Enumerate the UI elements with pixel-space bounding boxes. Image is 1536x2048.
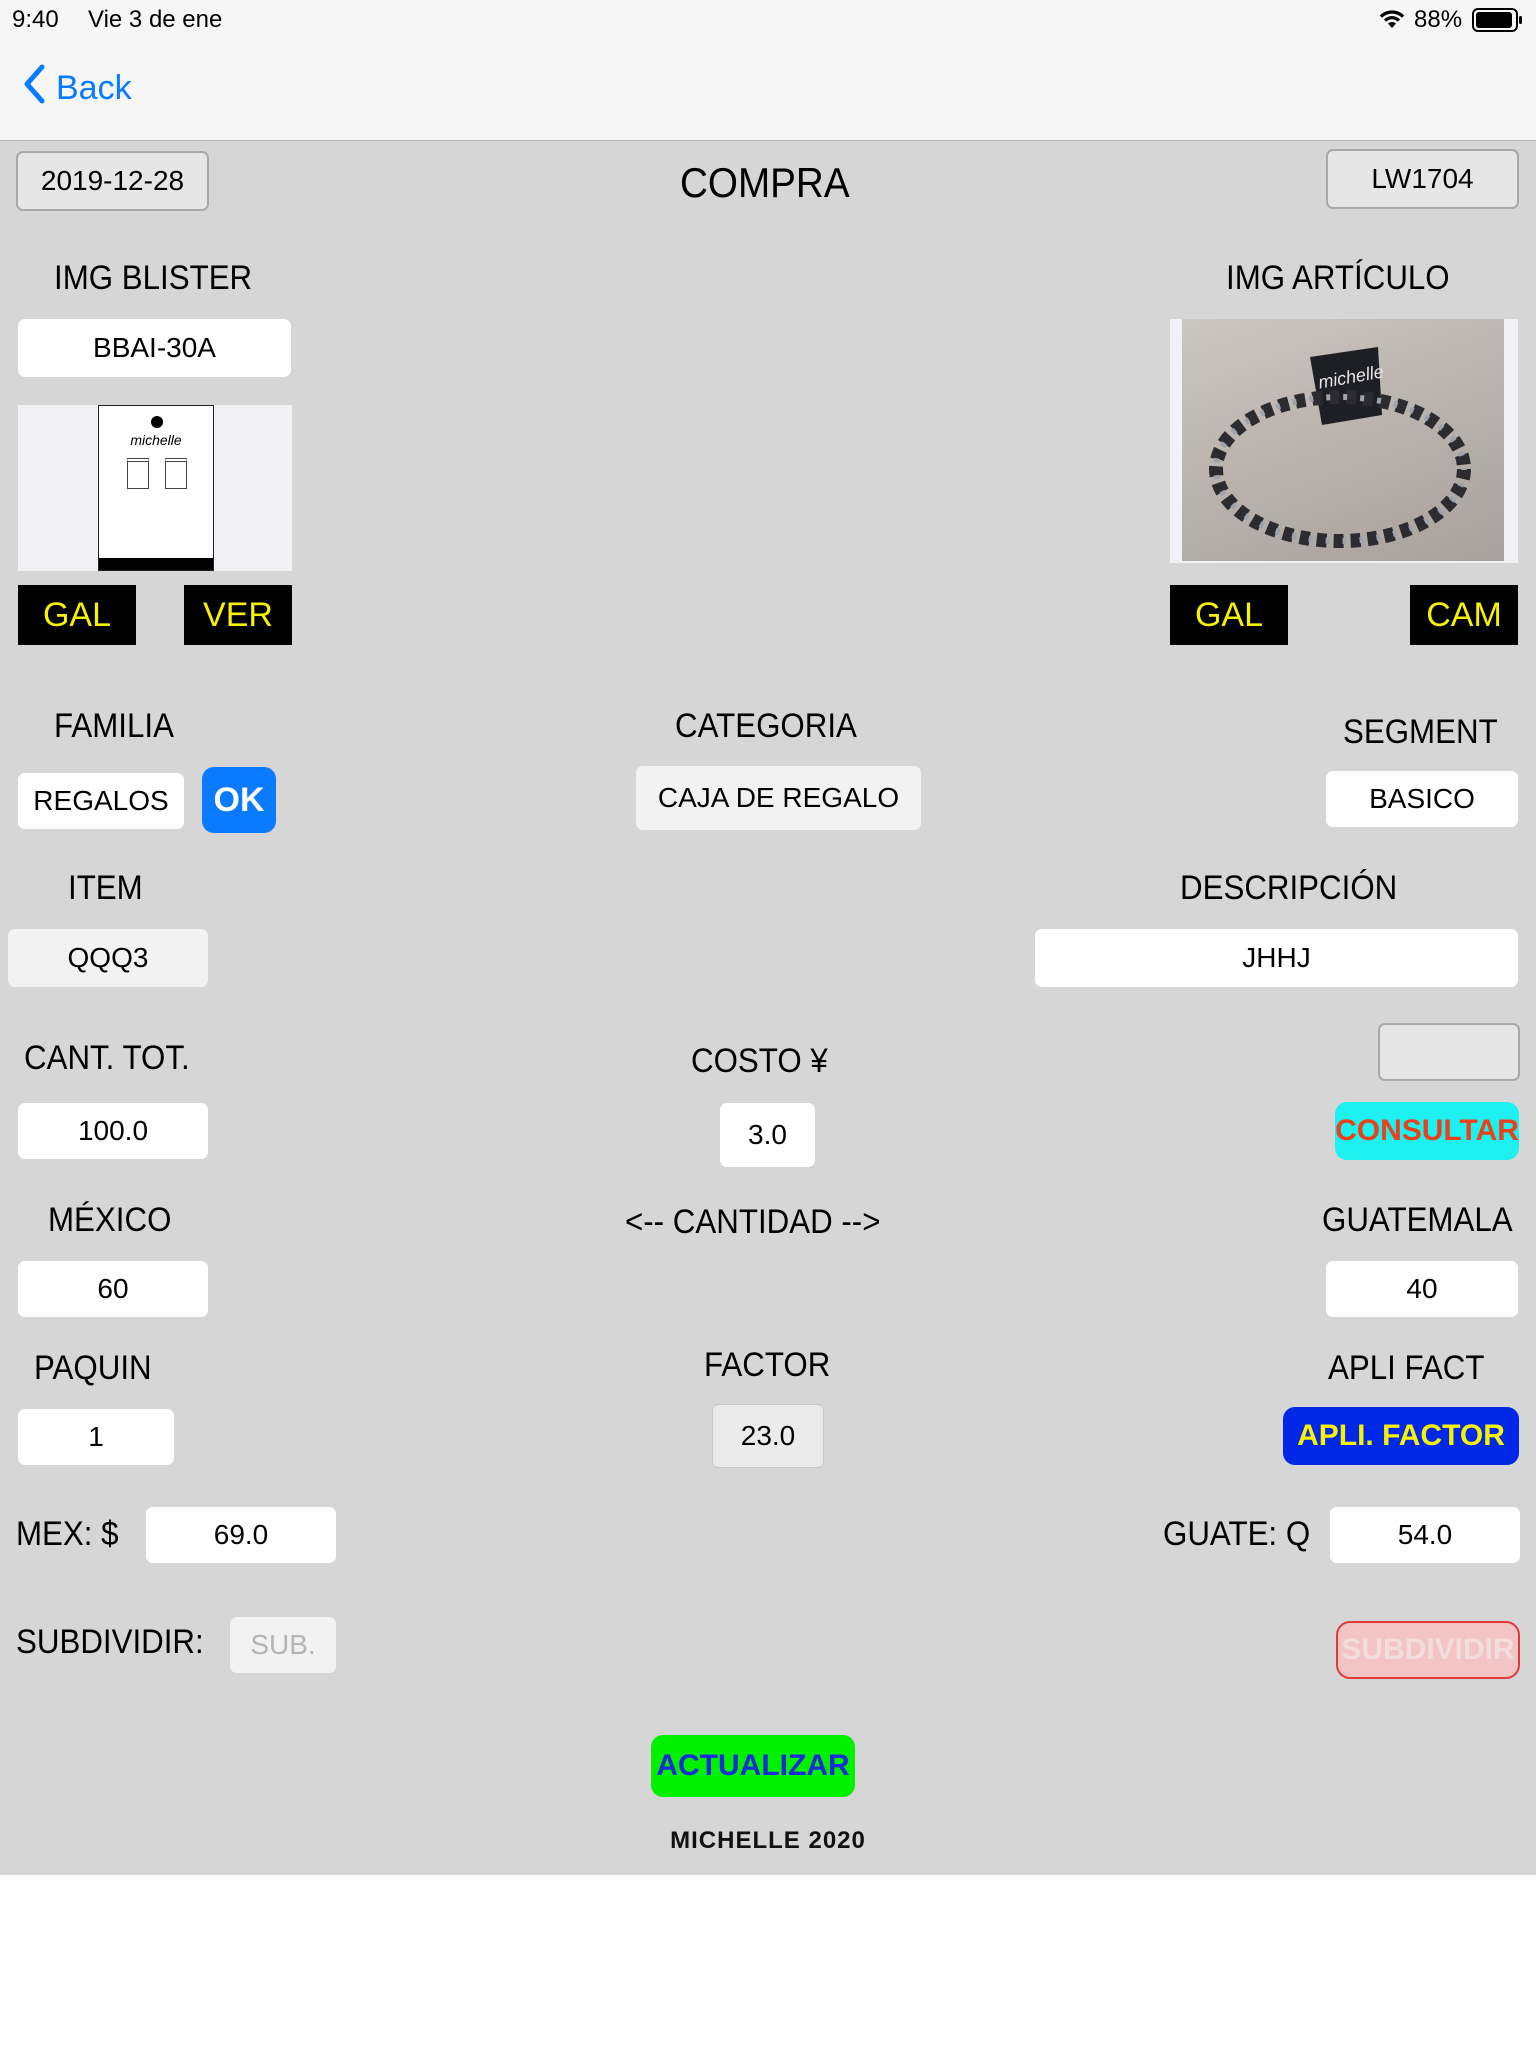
navigation-bar xyxy=(0,40,1536,141)
blister-gal-button[interactable]: GAL xyxy=(18,585,136,645)
blister-image[interactable]: michelle xyxy=(18,405,292,571)
hanger-hole xyxy=(151,416,163,428)
cantidad-label: <-- CANTIDAD --> xyxy=(625,1203,881,1241)
consultar-button[interactable]: CONSULTAR xyxy=(1335,1102,1519,1160)
chevron-left-icon xyxy=(22,64,46,113)
familia-ok-button[interactable]: OK xyxy=(202,767,276,833)
paquin-field[interactable]: 1 xyxy=(18,1409,174,1465)
blister-logo-text: michelle xyxy=(130,432,182,448)
mex-price-field[interactable]: 69.0 xyxy=(146,1507,336,1563)
subdividir-label: SUBDIVIDIR: xyxy=(16,1623,204,1661)
status-bar: 9:40 Vie 3 de ene 88% xyxy=(0,0,1536,40)
factor-label: FACTOR xyxy=(704,1346,831,1384)
mexico-label: MÉXICO xyxy=(48,1201,172,1239)
guate-price-label: GUATE: Q xyxy=(1163,1515,1311,1553)
battery-icon xyxy=(1472,8,1524,37)
familia-label: FAMILIA xyxy=(54,707,174,745)
back-button[interactable]: Back xyxy=(22,64,132,113)
paquin-label: PAQUIN xyxy=(34,1349,152,1387)
guate-price-field[interactable]: 54.0 xyxy=(1330,1507,1520,1563)
costo-field[interactable]: 3.0 xyxy=(720,1103,815,1167)
categoria-label: CATEGORIA xyxy=(675,707,857,745)
date-field[interactable]: 2019-12-28 xyxy=(16,151,209,211)
earring-slot xyxy=(165,458,187,489)
apli-factor-button[interactable]: APLI. FACTOR xyxy=(1283,1407,1519,1465)
articulo-cam-button[interactable]: CAM xyxy=(1410,585,1518,645)
articulo-image[interactable]: michelle xyxy=(1170,319,1518,563)
code-field[interactable]: LW1704 xyxy=(1326,149,1519,209)
compra-form: 2019-12-28 COMPRA LW1704 IMG BLISTER BBA… xyxy=(0,141,1536,1875)
descripcion-label: DESCRIPCIÓN xyxy=(1180,869,1398,907)
footer-text: MICHELLE 2020 xyxy=(670,1827,866,1854)
apli-fact-label: APLI FACT xyxy=(1328,1349,1485,1387)
articulo-gal-button[interactable]: GAL xyxy=(1170,585,1288,645)
consultar-input[interactable] xyxy=(1378,1023,1520,1081)
mex-price-label: MEX: $ xyxy=(16,1515,119,1553)
product-photo: michelle xyxy=(1182,319,1504,561)
segment-field[interactable]: BASICO xyxy=(1326,771,1518,827)
categoria-field[interactable]: CAJA DE REGALO xyxy=(636,766,921,830)
img-blister-label: IMG BLISTER xyxy=(54,259,253,297)
status-time: 9:40 xyxy=(12,6,59,33)
subdividir-button[interactable]: SUBDIVIDIR xyxy=(1336,1621,1520,1679)
blister-footer-strip xyxy=(99,558,213,570)
guatemala-field[interactable]: 40 xyxy=(1326,1261,1518,1317)
blister-ver-button[interactable]: VER xyxy=(184,585,292,645)
page-title: COMPRA xyxy=(680,159,850,206)
blister-card: michelle xyxy=(98,405,214,571)
wifi-icon xyxy=(1378,8,1406,35)
sub-input[interactable]: SUB. xyxy=(230,1617,336,1673)
segment-label: SEGMENT xyxy=(1343,713,1498,751)
earring-slot xyxy=(127,458,149,489)
item-label: ITEM xyxy=(68,869,143,907)
status-date: Vie 3 de ene xyxy=(88,6,223,33)
factor-field[interactable]: 23.0 xyxy=(712,1404,824,1468)
familia-field[interactable]: REGALOS xyxy=(18,773,184,829)
back-label: Back xyxy=(56,69,132,107)
item-field[interactable]: QQQ3 xyxy=(8,929,208,987)
descripcion-field[interactable]: JHHJ xyxy=(1035,929,1518,987)
cant-tot-label: CANT. TOT. xyxy=(24,1039,190,1077)
cant-tot-field[interactable]: 100.0 xyxy=(18,1103,208,1159)
mexico-field[interactable]: 60 xyxy=(18,1261,208,1317)
blister-code-field[interactable]: BBAI-30A xyxy=(18,319,291,377)
img-articulo-label: IMG ARTÍCULO xyxy=(1226,259,1450,297)
guatemala-label: GUATEMALA xyxy=(1322,1201,1513,1239)
battery-percent: 88% xyxy=(1414,6,1463,33)
costo-label: COSTO ¥ xyxy=(691,1042,828,1080)
actualizar-button[interactable]: ACTUALIZAR xyxy=(651,1735,855,1797)
